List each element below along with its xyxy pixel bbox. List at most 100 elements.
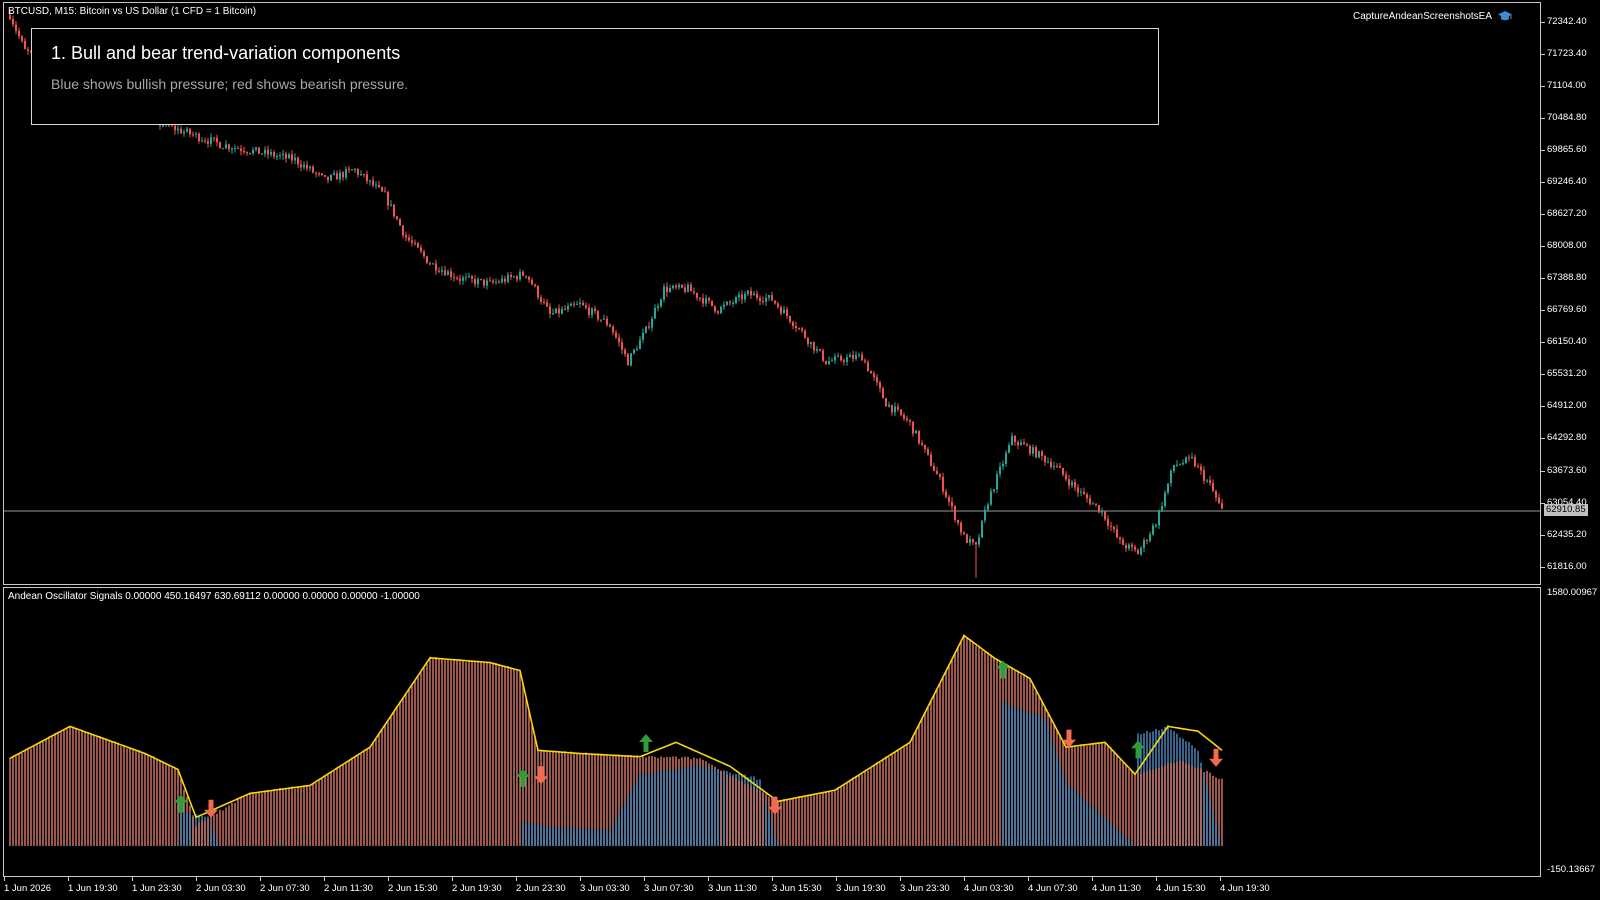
candle [1140,546,1142,557]
candle [918,430,920,446]
time-tick-label: 1 Jun 2026 [4,877,52,894]
candle [288,152,290,159]
candle [744,291,746,303]
candle [300,160,302,172]
candle [579,298,581,308]
candle [456,275,458,281]
price-tick-label: 68627.20 [1541,208,1587,220]
time-tick-label: 3 Jun 03:30 [580,877,630,894]
candle [996,470,998,494]
candle [645,326,647,334]
candle [360,170,362,176]
candle [840,353,842,362]
time-tick-label: 1 Jun 23:30 [132,877,182,894]
candle [240,145,242,156]
candle [1053,461,1055,471]
candle [342,170,344,181]
candle [567,302,569,313]
candle [333,170,335,176]
candle [237,145,239,150]
oscillator-axis[interactable]: 1580.00967 -150.13667 [1541,587,1600,877]
candle [873,370,875,381]
candle [1194,454,1196,468]
candle [528,276,530,283]
callout-title: 1. Bull and bear trend-variation compone… [51,43,401,63]
price-axis[interactable]: 72342.40 71723.40 71104.00 70484.80 69865.60… [1541,0,1600,585]
candle [894,402,896,417]
candle [1065,471,1067,482]
candle [834,353,836,364]
callout-subtitle: Blue shows bullish pressure; red shows b… [51,76,409,92]
oscillator-svg[interactable] [4,588,1541,877]
callout-box: 1. Bull and bear trend-variation compone… [31,28,1159,125]
candle [1188,454,1190,462]
candle [219,141,221,149]
candle [252,147,254,156]
candle [216,134,218,147]
candle [372,176,374,188]
candle [1050,458,1052,470]
candle [993,488,995,494]
candle [735,295,737,305]
candle [843,358,845,366]
candle [1041,449,1043,461]
candle [714,305,716,314]
time-tick-label: 4 Jun 11:30 [1092,877,1141,894]
candle [1101,507,1103,517]
candle [897,403,899,412]
candle [1218,493,1220,505]
candle [825,360,827,365]
candle [1182,459,1184,466]
candle [1137,548,1139,555]
graduation-cap-icon[interactable] [1498,9,1512,23]
price-tick-label: 68008.00 [1541,240,1587,252]
candle [1038,450,1040,459]
candle [717,310,719,315]
price-tick-label: 66150.40 [1541,336,1587,348]
chart-window[interactable]: BTCUSD, M15: Bitcoin vs US Dollar (1 CFD… [0,0,1600,900]
candle [1176,460,1178,468]
candle [546,299,548,308]
candle [963,530,965,535]
time-axis[interactable]: 1 Jun 2026 1 Jun 19:30 1 Jun 23:30 2 Jun 03… [0,877,1541,900]
candle [273,150,275,159]
candle [1215,489,1217,502]
candle [387,190,389,210]
oscillator-panel[interactable]: Andean Oscillator Signals 0.00000 450.16… [3,587,1541,877]
candle [1104,510,1106,522]
candle [453,272,455,282]
candle [465,273,467,282]
candle [879,380,881,393]
candle [1209,475,1211,486]
candle [1125,542,1127,552]
candle [942,472,944,495]
candle [1068,474,1070,490]
candle [189,128,191,138]
candle [654,304,656,319]
price-chart-panel[interactable]: BTCUSD, M15: Bitcoin vs US Dollar (1 CFD… [3,2,1541,585]
candle [1167,483,1169,495]
candle [1029,444,1031,456]
candle [411,235,413,247]
candle [669,284,671,293]
candle [393,204,395,219]
candle [903,412,905,422]
buy-arrow-icon [996,660,1010,679]
candle [1170,468,1172,487]
candle [663,283,665,303]
candle [861,351,863,361]
candle [495,278,497,285]
candle [681,284,683,289]
candle [870,370,872,374]
candle [351,169,353,171]
candle [537,285,539,300]
candle [519,268,521,282]
time-tick-label: 3 Jun 19:30 [836,877,886,894]
candle [954,504,956,523]
candle [444,265,446,277]
candle [525,275,527,279]
price-tick-label: 65531.20 [1541,368,1587,380]
candle [255,146,257,152]
time-tick-label: 2 Jun 23:30 [516,877,566,894]
candle [783,305,785,314]
